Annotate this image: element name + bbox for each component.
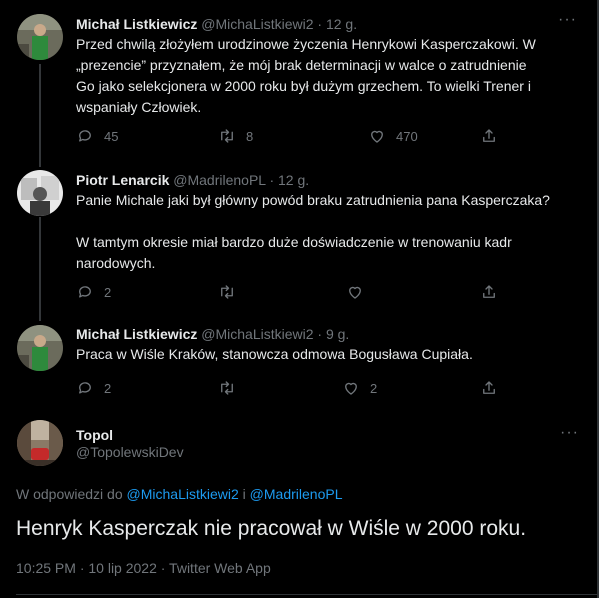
share-icon <box>483 129 495 142</box>
author-handle[interactable]: @MichaListkiewi2 <box>201 326 313 342</box>
avatar[interactable] <box>17 14 63 60</box>
author-name[interactable]: Michał Listkiewicz <box>76 16 197 32</box>
retweet-button[interactable] <box>218 378 246 398</box>
tweet[interactable]: Michał Listkiewicz @MichaListkiewi2 · 9 … <box>0 312 597 408</box>
focus-tweet-text: Henryk Kasperczak nie pracował w Wiśle w… <box>16 517 527 540</box>
share-button[interactable] <box>480 378 498 398</box>
tweet-time[interactable]: 12 g. <box>326 16 357 32</box>
tweet-timestamp[interactable]: 10:25 PM · 10 lip 2022 · Twitter Web App <box>16 560 271 576</box>
tweet-text-line: W tamtym okresie miał bardzo duże doświa… <box>76 234 512 250</box>
tweet-text-line: Przed chwilą złożyłem urodzinowe życzeni… <box>76 36 536 52</box>
tweet-text-line: „prezencie” przyznałem, że mój brak dete… <box>76 57 527 73</box>
like-button[interactable] <box>346 282 374 302</box>
retweet-button[interactable]: 8 <box>218 126 253 146</box>
like-count: 470 <box>396 128 418 144</box>
reply-count: 45 <box>104 128 119 144</box>
like-button[interactable]: 470 <box>368 126 418 146</box>
reply-icon <box>79 286 91 298</box>
retweet-icon <box>221 285 233 299</box>
tweet[interactable]: Piotr Lenarcik @MadrilenoPL · 12 g. Pani… <box>0 162 597 312</box>
tweet-time[interactable]: 9 g. <box>326 326 349 342</box>
author-name[interactable]: Topol <box>76 427 113 443</box>
separator-dot: · <box>317 16 323 32</box>
tweet-text: Praca w Wiśle Kraków, stanowcza odmowa B… <box>76 344 576 365</box>
retweet-icon <box>221 381 233 395</box>
share-icon <box>483 285 495 298</box>
separator-dot: · <box>269 172 275 188</box>
like-count: 2 <box>370 380 378 396</box>
like-button[interactable]: 2 <box>342 378 377 398</box>
tweet-time[interactable]: 12 g. <box>278 172 309 188</box>
avatar[interactable] <box>17 420 63 466</box>
avatar[interactable] <box>17 170 63 216</box>
reply-button[interactable]: 45 <box>76 126 118 146</box>
separator-dot: · <box>317 326 323 342</box>
reply-count: 2 <box>104 380 112 396</box>
tweet-text: Przed chwilą złożyłem urodzinowe życzeni… <box>76 34 576 118</box>
tweet-text-line: narodowych. <box>76 255 156 271</box>
like-icon <box>349 286 361 299</box>
reply-conjunction: i <box>242 486 246 502</box>
tweet-text-line <box>76 211 576 232</box>
share-button[interactable] <box>480 126 498 146</box>
reply-icon <box>79 382 91 394</box>
author-handle[interactable]: @MadrilenoPL <box>173 172 265 188</box>
reply-count: 2 <box>104 284 112 300</box>
reply-button[interactable]: 2 <box>76 282 111 302</box>
tweet-text-line: Praca w Wiśle Kraków, stanowcza odmowa B… <box>76 346 473 362</box>
author-name[interactable]: Michał Listkiewicz <box>76 326 197 342</box>
tweet-text-line: Go jako selekcjonera w 2000 roku był duż… <box>76 78 531 94</box>
reply-icon <box>79 130 91 142</box>
reply-context: W odpowiedzi do @MichaListkiewi2 i @Madr… <box>16 486 342 502</box>
reply-prefix: W odpowiedzi do <box>16 486 123 502</box>
tweet[interactable]: Michał Listkiewicz @MichaListkiewi2 · 12… <box>0 0 597 162</box>
tweet-text: Panie Michale jaki był główny powód brak… <box>76 190 576 274</box>
share-icon <box>483 381 495 394</box>
more-options-icon[interactable]: ··· <box>558 11 577 29</box>
author-handle[interactable]: @TopolewskiDev <box>76 444 184 460</box>
author-handle[interactable]: @MichaListkiewi2 <box>201 16 313 32</box>
more-options-icon[interactable]: ··· <box>560 424 579 442</box>
retweet-button[interactable] <box>218 282 246 302</box>
avatar[interactable] <box>17 325 63 371</box>
retweet-icon <box>221 129 233 143</box>
author-name[interactable]: Piotr Lenarcik <box>76 172 169 188</box>
tweet-text-line: wspaniały Człowiek. <box>76 99 202 115</box>
tweet-text-line: Panie Michale jaki był główny powód brak… <box>76 192 550 208</box>
divider <box>16 594 597 595</box>
share-button[interactable] <box>480 282 498 302</box>
like-icon <box>345 382 357 395</box>
reply-button[interactable]: 2 <box>76 378 111 398</box>
like-icon <box>371 130 383 143</box>
retweet-count: 8 <box>246 128 254 144</box>
mention-link[interactable]: @MichaListkiewi2 <box>127 486 239 502</box>
mention-link[interactable]: @MadrilenoPL <box>250 486 343 502</box>
